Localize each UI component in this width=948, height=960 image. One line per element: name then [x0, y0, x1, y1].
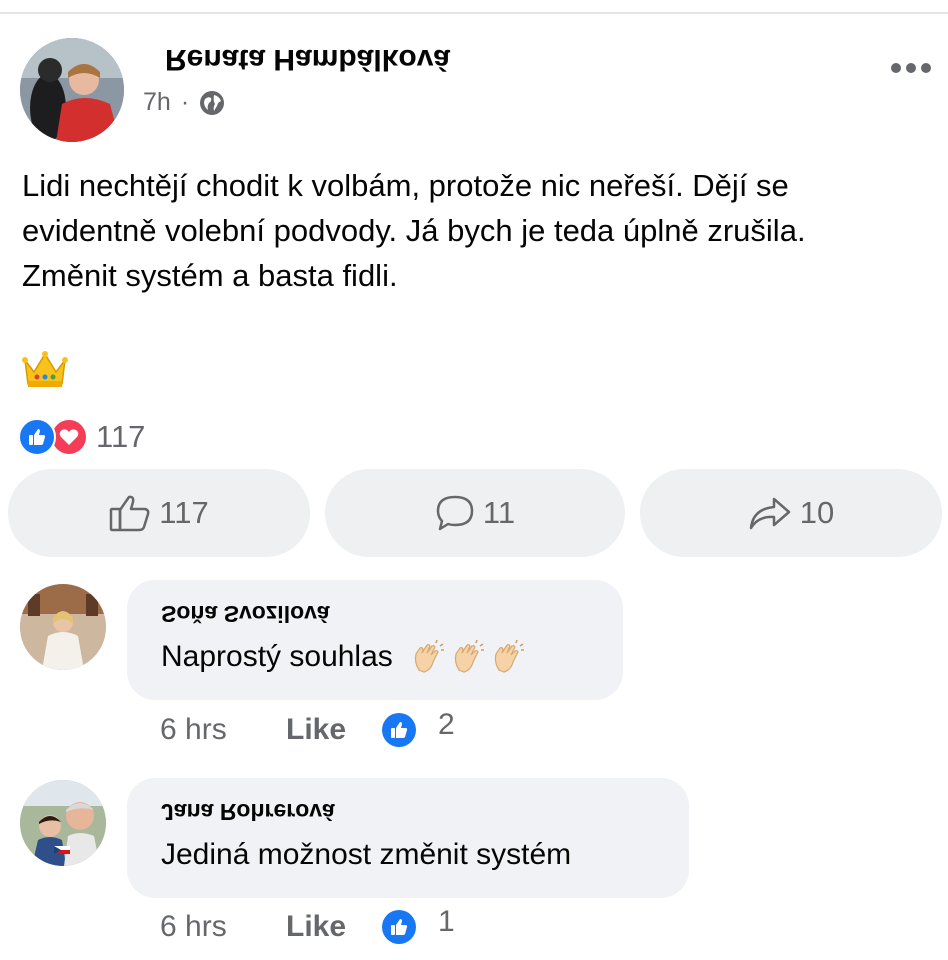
post-text-line: evidentně volební podvody. Já bych je te…	[22, 213, 806, 248]
post-meta: 7h ·	[143, 88, 225, 117]
clap-icon	[491, 639, 525, 674]
like-button[interactable]: 117	[8, 469, 310, 557]
comment-time[interactable]: 6 hrs	[160, 910, 286, 944]
meta-separator: ·	[180, 88, 190, 116]
comment-text: Naprostý souhlas	[161, 639, 525, 674]
comment-count: 11	[482, 495, 516, 530]
like-icon	[18, 418, 56, 456]
comment-icon	[436, 495, 474, 531]
comment-like-link[interactable]: Like	[286, 713, 382, 747]
crown-icon	[22, 350, 68, 390]
reaction-summary[interactable]: 117	[18, 418, 145, 456]
clap-icon	[451, 639, 485, 674]
commenter-avatar[interactable]	[20, 584, 106, 670]
comment-bubble: Soňa Svozilová Naprostý souhlas	[127, 580, 623, 700]
commenter-avatar[interactable]	[20, 780, 106, 866]
comment-like-count[interactable]: 1	[438, 905, 455, 939]
more-options-icon[interactable]	[890, 58, 932, 78]
comment-footer: 6 hrs Like 1	[160, 905, 455, 944]
clap-icon	[411, 639, 445, 674]
post-timestamp[interactable]: 7h	[143, 88, 171, 117]
commenter-name[interactable]: Jana Rohrerová	[161, 798, 335, 825]
comment-text: Jediná možnost změnit systém	[161, 838, 571, 872]
share-button[interactable]: 10	[640, 469, 942, 557]
comment-footer: 6 hrs Like 2	[160, 708, 455, 747]
author-avatar[interactable]	[20, 38, 124, 142]
thumbs-up-icon	[110, 495, 150, 532]
share-icon	[749, 497, 790, 530]
like-icon	[382, 713, 416, 747]
comment-button[interactable]: 11	[325, 469, 625, 557]
comment-like-link[interactable]: Like	[286, 910, 382, 944]
author-name[interactable]: Renata Hambálková	[165, 42, 450, 76]
commenter-name[interactable]: Soňa Svozilová	[161, 600, 330, 627]
post-text: Lidi nechtějí chodit k volbám, protože n…	[22, 163, 932, 298]
top-divider	[0, 0, 948, 14]
share-count: 10	[799, 495, 835, 530]
globe-icon	[199, 90, 225, 116]
reaction-count: 117	[96, 419, 146, 454]
like-count: 117	[159, 495, 209, 530]
post-text-line: Změnit systém a basta fidli.	[22, 258, 398, 293]
comment-text-content: Naprostý souhlas	[161, 640, 393, 673]
comment-like-count[interactable]: 2	[438, 708, 455, 742]
like-icon	[382, 910, 416, 944]
comment-text-content: Jediná možnost změnit systém	[161, 838, 572, 871]
comment-time[interactable]: 6 hrs	[160, 713, 286, 747]
comment-bubble: Jana Rohrerová Jediná možnost změnit sys…	[127, 778, 689, 898]
post-text-line: Lidi nechtějí chodit k volbám, protože n…	[22, 168, 789, 203]
